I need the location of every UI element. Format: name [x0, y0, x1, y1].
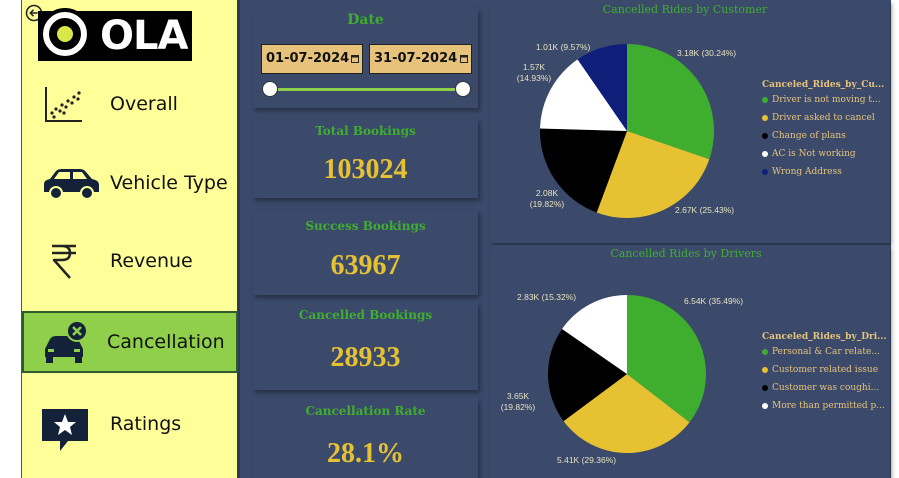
legend-title: Canceled_Rides_by_Dri...: [762, 332, 887, 342]
kpi-title: Cancelled Bookings: [298, 308, 433, 322]
legend-marker: [762, 150, 768, 157]
rupee-icon: [52, 244, 76, 279]
kpi-card-cancelled-bookings: Cancelled Bookings 28933: [253, 302, 478, 390]
end-date-input[interactable]: 31-07-2024: [369, 44, 472, 74]
legend-item[interactable]: Personal & Car relate...: [762, 347, 880, 357]
kpi-title: Success Bookings: [305, 219, 426, 233]
nav-label-ratings: Ratings: [110, 413, 182, 435]
ola-logo-mark: [39, 8, 91, 60]
kpi-value: 28.1%: [327, 438, 404, 469]
chart-title-customer: Cancelled Rides by Customer: [602, 3, 768, 16]
kpi-title: Total Bookings: [315, 124, 416, 138]
legend-label: Customer related issue: [772, 365, 879, 375]
nav-label-overall: Overall: [110, 93, 178, 115]
kpi-title: Cancellation Rate: [305, 404, 426, 418]
nav-label-revenue: Revenue: [110, 250, 193, 272]
data-label: 3.65K (19.82%): [500, 391, 536, 412]
legend-item[interactable]: Driver asked to cancel: [762, 113, 875, 123]
legend-item[interactable]: Customer was coughi...: [762, 383, 879, 393]
legend-marker: [762, 402, 768, 409]
legend-item[interactable]: Change of plans: [762, 131, 846, 141]
start-date-value: 01-07-2024: [266, 51, 350, 66]
legend-marker: [762, 384, 768, 391]
data-label: 1.57K (14.93%): [516, 62, 552, 83]
kpi-value: 103024: [323, 154, 408, 185]
date-range-start-handle[interactable]: [262, 81, 278, 97]
star-rating-icon: [42, 409, 88, 451]
legend-title: Canceled_Rides_by_Cu...: [762, 80, 885, 90]
nav-item-cancellation[interactable]: Cancellation: [22, 311, 238, 373]
nav-label-vehicle-type: Vehicle Type: [110, 172, 228, 194]
kpi-value: 63967: [330, 250, 401, 281]
kpi-card-total-bookings: Total Bookings 103024: [253, 118, 478, 198]
legend-item[interactable]: More than permitted p...: [762, 401, 885, 411]
calendar-icon[interactable]: [351, 54, 359, 63]
data-label: 2.83K (15.32%): [517, 292, 577, 302]
legend-label: Personal & Car relate...: [772, 347, 880, 357]
legend-item[interactable]: Wrong Address: [762, 167, 842, 177]
legend-marker: [762, 114, 768, 121]
nav-item-vehicle-type[interactable]: Vehicle Type: [22, 152, 238, 214]
legend-marker: [762, 132, 768, 139]
logo-text: OLA: [100, 13, 188, 59]
data-label: 6.54K (35.49%): [684, 296, 744, 306]
legend-label: Change of plans: [772, 131, 846, 141]
kpi-card-success-bookings: Success Bookings 63967: [253, 210, 478, 295]
kpi-card-cancellation-rate: Cancellation Rate 28.1%: [253, 398, 478, 478]
nav-item-ratings[interactable]: Ratings: [22, 393, 238, 455]
nav-item-overall[interactable]: Overall: [22, 73, 238, 135]
date-range-end-handle[interactable]: [455, 81, 471, 97]
data-label: 1.01K (9.57%): [536, 42, 591, 52]
nav-item-revenue[interactable]: Revenue: [22, 230, 238, 292]
data-label: 5.41K (29.36%): [557, 455, 617, 465]
legend-item[interactable]: Driver is not moving t...: [762, 95, 881, 105]
start-date-input[interactable]: 01-07-2024: [261, 44, 363, 74]
legend-item[interactable]: AC is Not working: [762, 149, 856, 159]
legend-marker: [762, 366, 768, 373]
nav-label-cancellation: Cancellation: [107, 331, 225, 353]
legend-label: More than permitted p...: [772, 401, 885, 411]
car-icon: [44, 169, 99, 200]
data-label: 2.67K (25.43%): [675, 205, 735, 215]
legend-item[interactable]: Customer related issue: [762, 365, 878, 375]
legend-label: Driver asked to cancel: [772, 113, 875, 123]
legend-label: Wrong Address: [772, 167, 842, 177]
data-label: 2.08K (19.82%): [529, 188, 565, 209]
date-range-slider-track[interactable]: [268, 88, 464, 91]
car-cancel-icon: [45, 320, 88, 363]
legend-label: AC is Not working: [772, 149, 856, 159]
sidebar: OLA Overall Vehicle Type Revenue Cancell…: [21, 0, 240, 478]
pie-chart-drivers[interactable]: [548, 295, 706, 453]
kpi-value: 28933: [330, 342, 401, 373]
date-filter-title: Date: [347, 12, 384, 28]
legend-label: Driver is not moving t...: [772, 95, 881, 105]
data-label: 3.18K (30.24%): [677, 48, 737, 58]
legend-label: Customer was coughi...: [772, 383, 880, 393]
scatter-chart-icon: [45, 87, 82, 122]
ola-logo: OLA: [38, 8, 192, 61]
legend-marker: [762, 348, 768, 355]
chart-title-drivers: Cancelled Rides by Drivers: [610, 247, 762, 260]
legend-marker: [762, 96, 768, 103]
end-date-value: 31-07-2024: [374, 51, 458, 66]
calendar-icon[interactable]: [460, 54, 468, 63]
legend-marker: [762, 168, 768, 175]
